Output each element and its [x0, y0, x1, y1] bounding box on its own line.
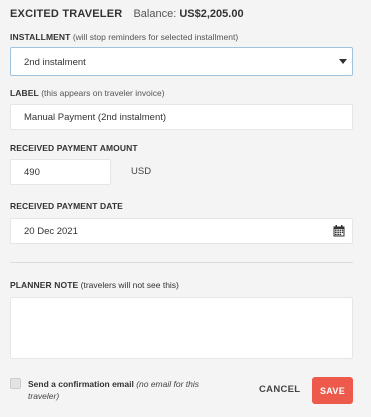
installment-label: INSTALLMENT (will stop reminders for sel…: [10, 32, 238, 42]
confirmation-email-checkbox[interactable]: [10, 378, 21, 389]
installment-select[interactable]: 2nd instalment: [10, 47, 353, 76]
currency-label: USD: [131, 166, 152, 177]
payment-label-hint: (this appears on traveler invoice): [41, 88, 165, 98]
payment-label-input[interactable]: Manual Payment (2nd instalment): [10, 104, 353, 130]
amount-value: 490: [24, 166, 40, 178]
date-input[interactable]: 20 Dec 2021: [10, 218, 353, 244]
installment-selected-value: 2nd instalment: [24, 57, 86, 68]
amount-input[interactable]: 490: [10, 159, 111, 185]
cancel-button[interactable]: CANCEL: [259, 384, 300, 395]
planner-note-textarea[interactable]: [10, 297, 353, 359]
date-label-text: RECEIVED PAYMENT DATE: [10, 201, 123, 211]
payment-header: EXCITED TRAVELER Balance: US$2,205.00: [10, 8, 244, 20]
confirmation-email-label[interactable]: Send a confirmation email (no email for …: [28, 378, 203, 402]
installment-hint: (will stop reminders for selected instal…: [72, 32, 239, 42]
date-value: 20 Dec 2021: [24, 225, 78, 237]
section-divider: [10, 262, 353, 263]
chevron-down-icon: [339, 59, 347, 64]
note-label: PLANNER NOTE (travelers will not see thi…: [10, 280, 179, 290]
amount-label-text: RECEIVED PAYMENT AMOUNT: [10, 143, 138, 153]
confirmation-email-text: Send a confirmation email: [28, 379, 134, 389]
installment-label-text: INSTALLMENT: [10, 32, 71, 42]
amount-label: RECEIVED PAYMENT AMOUNT: [10, 143, 138, 153]
date-label: RECEIVED PAYMENT DATE: [10, 201, 123, 211]
note-hint: (travelers will not see this): [80, 280, 179, 290]
save-button[interactable]: SAVE: [312, 377, 353, 404]
payment-label-label-text: LABEL: [10, 88, 39, 98]
balance-label: Balance:: [133, 8, 177, 20]
calendar-icon[interactable]: [333, 225, 345, 237]
balance-value: US$2,205.00: [179, 8, 244, 20]
traveler-name: EXCITED TRAVELER: [10, 8, 123, 20]
payment-label-value: Manual Payment (2nd instalment): [24, 111, 167, 123]
payment-label-label: LABEL (this appears on traveler invoice): [10, 88, 165, 98]
note-label-text: PLANNER NOTE: [10, 280, 79, 290]
